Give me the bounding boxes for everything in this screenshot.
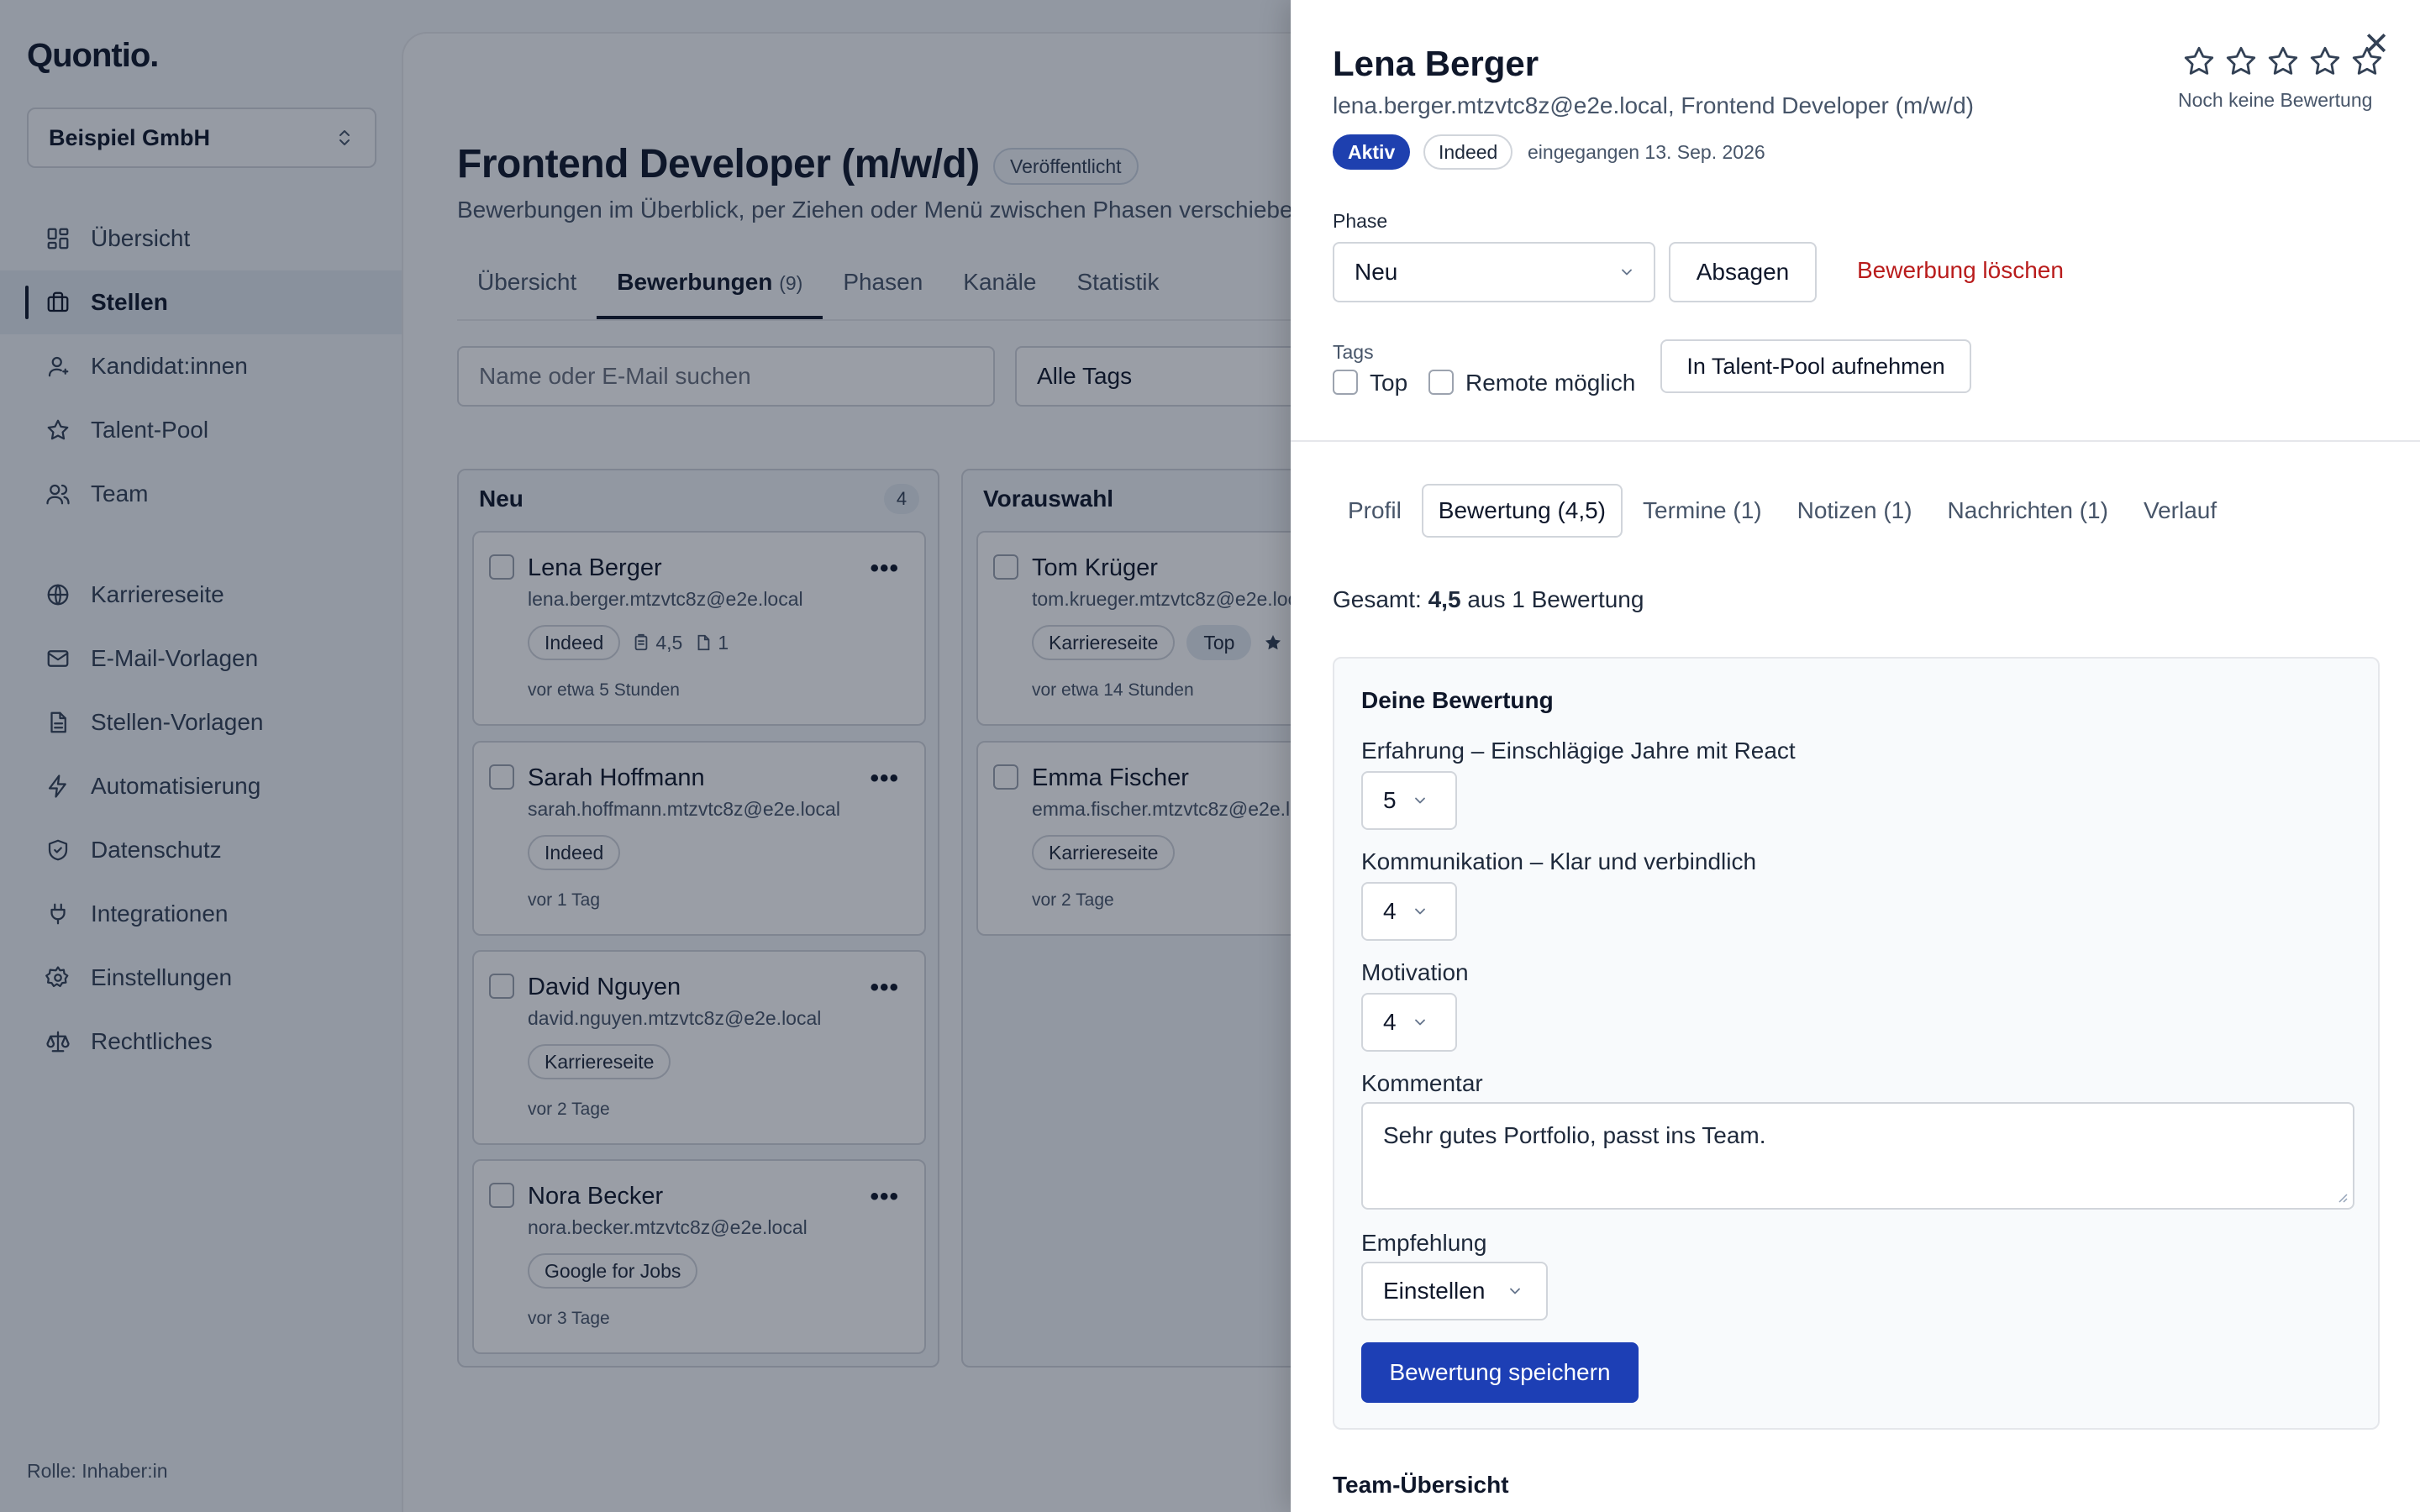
phase-label: Phase (1333, 210, 1388, 232)
star-icon[interactable] (2181, 44, 2217, 79)
source-badge: Indeed (1423, 134, 1513, 170)
chevron-down-icon (1622, 269, 1632, 276)
modal-backdrop[interactable] (0, 0, 1291, 1512)
status-badge: Aktiv (1333, 134, 1411, 170)
divider (1291, 440, 2420, 442)
tag-top-label: Top (1370, 370, 1408, 396)
recommendation-select[interactable]: Einstellen (1361, 1262, 1548, 1320)
comment-label: Kommentar (1361, 1070, 1483, 1096)
total-value: 4,5 (1428, 586, 1461, 612)
comment-text: Sehr gutes Portfolio, passt ins Team. (1383, 1122, 1766, 1148)
total-suffix: aus 1 Bewertung (1467, 586, 1644, 612)
criterion-label: Motivation (1361, 959, 1469, 985)
rating-caption: Noch keine Bewertung (2178, 89, 2373, 111)
chevron-down-icon (1414, 908, 1425, 915)
team-overview-heading: Team-Übersicht (1333, 1472, 1509, 1498)
rating-total: Gesamt: 4,5 aus 1 Bewertung (1333, 586, 1644, 613)
tab-profile[interactable]: Profil (1333, 486, 1417, 536)
resize-grip-icon[interactable] (2336, 1191, 2348, 1203)
criterion-value: 4 (1383, 898, 1397, 924)
rating-form: Deine Bewertung Erfahrung – Einschlägige… (1333, 657, 2380, 1430)
chevron-down-icon (1510, 1288, 1521, 1294)
tab-history[interactable]: Verlauf (2128, 486, 2232, 536)
phase-value: Neu (1355, 259, 1398, 285)
total-prefix: Gesamt: (1333, 586, 1422, 612)
criterion-label: Erfahrung – Einschlägige Jahre mit React (1361, 738, 1796, 764)
save-rating-button[interactable]: Bewertung speichern (1361, 1342, 1639, 1403)
phase-select[interactable]: Neu (1333, 242, 1655, 302)
received-date: eingegangen 13. Sep. 2026 (1528, 141, 1765, 163)
tab-messages[interactable]: Nachrichten (1) (1933, 486, 2123, 536)
application-drawer: Lena Berger lena.berger.mtzvtc8z@e2e.loc… (1291, 0, 2420, 1512)
criterion-label: Kommunikation – Klar und verbindlich (1361, 848, 1757, 874)
criterion-value: 4 (1383, 1009, 1397, 1035)
criterion-value: 5 (1383, 787, 1397, 813)
tab-appointments[interactable]: Termine (1) (1628, 486, 1777, 536)
reject-button[interactable]: Absagen (1669, 242, 1817, 302)
star-icon[interactable] (2265, 44, 2301, 79)
delete-application-link[interactable]: Bewerbung löschen (1857, 257, 2064, 284)
recommendation-label: Empfehlung (1361, 1230, 1487, 1256)
recommendation-value: Einstellen (1383, 1278, 1486, 1304)
star-icon[interactable] (2349, 44, 2385, 79)
chevron-down-icon (1414, 1019, 1425, 1026)
candidate-name: Lena Berger (1333, 44, 1539, 83)
form-title: Deine Bewertung (1361, 687, 1554, 713)
tag-remote-label: Remote möglich (1465, 370, 1636, 396)
drawer-tabs: Profil Bewertung (4,5) Termine (1) Notiz… (1333, 484, 2232, 538)
criterion-select-experience[interactable]: 5 (1361, 771, 1457, 830)
chevron-down-icon (1414, 797, 1425, 804)
comment-textarea[interactable]: Sehr gutes Portfolio, passt ins Team. (1361, 1102, 2354, 1210)
star-icon[interactable] (2307, 44, 2343, 79)
talent-pool-button[interactable]: In Talent-Pool aufnehmen (1660, 339, 1971, 393)
tags-label: Tags (1333, 341, 1374, 363)
candidate-subtitle: lena.berger.mtzvtc8z@e2e.local, Frontend… (1333, 92, 1974, 118)
tag-remote-checkbox[interactable] (1428, 370, 1454, 395)
star-rating[interactable] (2181, 44, 2385, 79)
tab-rating[interactable]: Bewertung (4,5) (1421, 484, 1623, 538)
tab-notes[interactable]: Notizen (1) (1782, 486, 1928, 536)
criterion-select-communication[interactable]: 4 (1361, 882, 1457, 941)
star-icon[interactable] (2223, 44, 2259, 79)
tag-top-checkbox[interactable] (1333, 370, 1358, 395)
criterion-select-motivation[interactable]: 4 (1361, 993, 1457, 1052)
